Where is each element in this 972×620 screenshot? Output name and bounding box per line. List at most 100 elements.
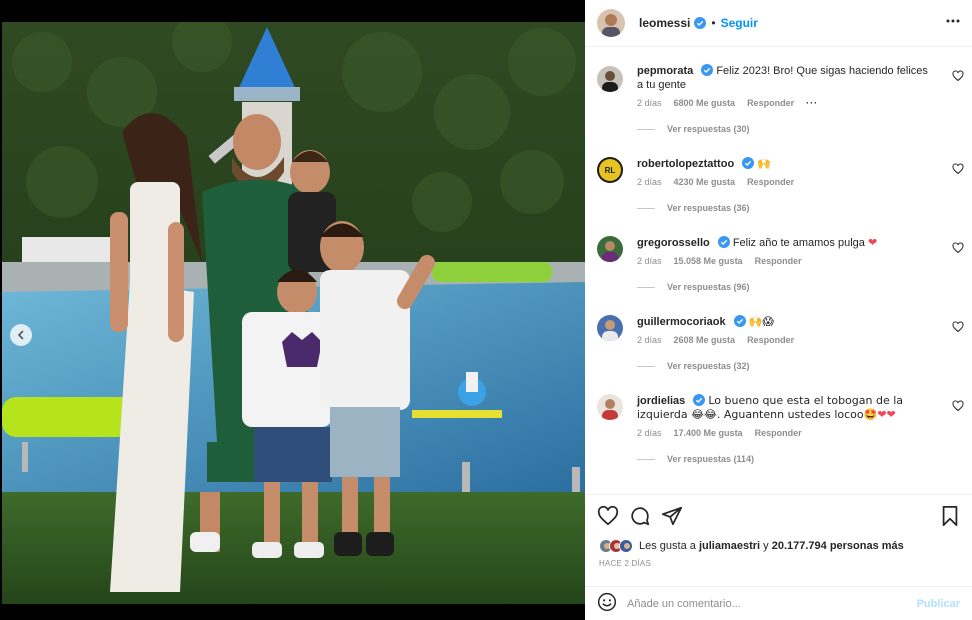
view-replies-button[interactable]: Ver respuestas (36): [637, 203, 960, 213]
bookmark-icon: [942, 505, 958, 527]
chevron-left-icon: [17, 330, 24, 340]
commenter-avatar[interactable]: [597, 315, 623, 341]
comment-like-button[interactable]: [952, 400, 964, 415]
action-icons-row: [597, 505, 960, 529]
liker-username[interactable]: juliamaestri: [699, 540, 760, 552]
commenter-avatar[interactable]: [597, 66, 623, 92]
save-button[interactable]: [940, 505, 960, 530]
commenter-avatar[interactable]: RL: [597, 157, 623, 183]
verified-icon: [701, 64, 714, 76]
view-replies-label: Ver respuestas (36): [667, 203, 750, 213]
comment-item: RL robertolopeztattoo 🙌 2 días 4230 Me g…: [585, 157, 972, 213]
commenter-avatar[interactable]: [597, 394, 623, 420]
replies-divider: [637, 128, 655, 130]
comment-content: Feliz año te amamos pulga: [732, 237, 865, 249]
comment-text: guillermocoriaok 🙌😱: [637, 315, 930, 329]
likes-summary: Les gusta a juliamaestri y 20.177.794 pe…: [599, 539, 904, 553]
post-header: leomessi • Seguir: [585, 0, 972, 47]
comment-text: jordielias Lo bueno que esta el tobogan …: [637, 394, 930, 422]
comment-like-button[interactable]: [952, 163, 964, 178]
comment-likes[interactable]: 15.058 Me gusta: [674, 256, 743, 266]
comment-text: pepmorata Feliz 2023! Bro! Que sigas hac…: [637, 64, 930, 92]
verified-icon: [694, 17, 707, 29]
comment-meta: 2 días 4230 Me gusta Responder: [637, 177, 960, 187]
view-replies-label: Ver respuestas (32): [667, 361, 750, 371]
likes-joiner: y: [763, 540, 769, 552]
comment-meta: 2 días 6800 Me gusta Responder ···: [637, 98, 960, 108]
like-button[interactable]: [597, 505, 619, 530]
commenter-username[interactable]: guillermocoriaok: [637, 316, 726, 328]
commenter-username[interactable]: pepmorata: [637, 65, 693, 77]
comment-likes[interactable]: 4230 Me gusta: [674, 177, 736, 187]
heart-icon: [952, 242, 964, 254]
emoji-picker-button[interactable]: [597, 592, 617, 615]
replies-divider: [637, 365, 655, 367]
view-replies-label: Ver respuestas (114): [667, 454, 755, 464]
comment-input[interactable]: [627, 597, 917, 610]
comment-content: 🙌😱: [748, 315, 774, 328]
comment-button[interactable]: [629, 505, 651, 530]
family-photo-illustration: [2, 22, 585, 604]
post-timestamp[interactable]: HACE 2 DÍAS: [599, 559, 651, 568]
comment-time[interactable]: 2 días: [637, 256, 662, 266]
replies-divider: [637, 458, 655, 460]
heart-icon: [952, 321, 964, 333]
emoji-icon: [597, 592, 617, 612]
view-replies-label: Ver respuestas (30): [667, 124, 750, 134]
comment-more-button[interactable]: ···: [806, 98, 818, 108]
carousel-prev-button[interactable]: [10, 324, 32, 346]
view-replies-label: Ver respuestas (96): [667, 282, 750, 292]
comment-time[interactable]: 2 días: [637, 98, 662, 108]
comment-like-button[interactable]: [952, 242, 964, 257]
comment-likes[interactable]: 6800 Me gusta: [674, 98, 736, 108]
heart-icon: [597, 505, 619, 526]
view-replies-button[interactable]: Ver respuestas (30): [637, 124, 960, 134]
comment-item: jordielias Lo bueno que esta el tobogan …: [585, 394, 972, 464]
heart-icon: [952, 70, 964, 82]
follow-button[interactable]: Seguir: [721, 16, 758, 30]
comment-time[interactable]: 2 días: [637, 177, 662, 187]
add-comment-bar: Publicar: [585, 586, 972, 620]
comment-meta: 2 días 17.400 Me gusta Responder: [637, 428, 960, 438]
commenter-username[interactable]: gregorossello: [637, 237, 710, 249]
verified-icon: [693, 394, 706, 406]
view-replies-button[interactable]: Ver respuestas (96): [637, 282, 960, 292]
comment-icon: [631, 507, 650, 526]
likes-count[interactable]: 20.177.794 personas más: [772, 540, 904, 552]
comment-likes[interactable]: 2608 Me gusta: [674, 335, 736, 345]
reply-button[interactable]: Responder: [747, 98, 794, 108]
more-icon: [946, 19, 960, 23]
comment-item: gregorossello Feliz año te amamos pulga …: [585, 236, 972, 292]
share-button[interactable]: [661, 505, 683, 530]
replies-divider: [637, 286, 655, 288]
reply-button[interactable]: Responder: [755, 428, 802, 438]
comment-time[interactable]: 2 días: [637, 335, 662, 345]
view-replies-button[interactable]: Ver respuestas (32): [637, 361, 960, 371]
more-options-button[interactable]: [946, 14, 960, 31]
commenter-avatar[interactable]: [597, 236, 623, 262]
svg-text:RL: RL: [605, 166, 616, 175]
heart-icon: [952, 163, 964, 175]
author-username[interactable]: leomessi: [639, 16, 690, 30]
comment-likes[interactable]: 17.400 Me gusta: [674, 428, 743, 438]
comment-like-button[interactable]: [952, 321, 964, 336]
commenter-username[interactable]: robertolopeztattoo: [637, 158, 734, 170]
reply-button[interactable]: Responder: [747, 177, 794, 187]
comment-item: guillermocoriaok 🙌😱 2 días 2608 Me gusta…: [585, 315, 972, 371]
comment-time[interactable]: 2 días: [637, 428, 662, 438]
share-icon: [661, 506, 683, 526]
comment-content: 🙌: [757, 157, 771, 170]
post-photo[interactable]: [2, 22, 585, 604]
publish-button[interactable]: Publicar: [917, 598, 960, 610]
liker-avatar: [619, 539, 633, 553]
reply-button[interactable]: Responder: [747, 335, 794, 345]
view-replies-button[interactable]: Ver respuestas (114): [637, 454, 960, 464]
comment-meta: 2 días 2608 Me gusta Responder: [637, 335, 960, 345]
comment-like-button[interactable]: [952, 70, 964, 85]
commenter-username[interactable]: jordielias: [637, 395, 685, 407]
author-avatar[interactable]: [597, 9, 625, 37]
reply-button[interactable]: Responder: [755, 256, 802, 266]
comments-list[interactable]: pepmorata Feliz 2023! Bro! Que sigas hac…: [585, 48, 972, 494]
liker-avatars: [599, 539, 633, 553]
heart-icon: [952, 400, 964, 412]
